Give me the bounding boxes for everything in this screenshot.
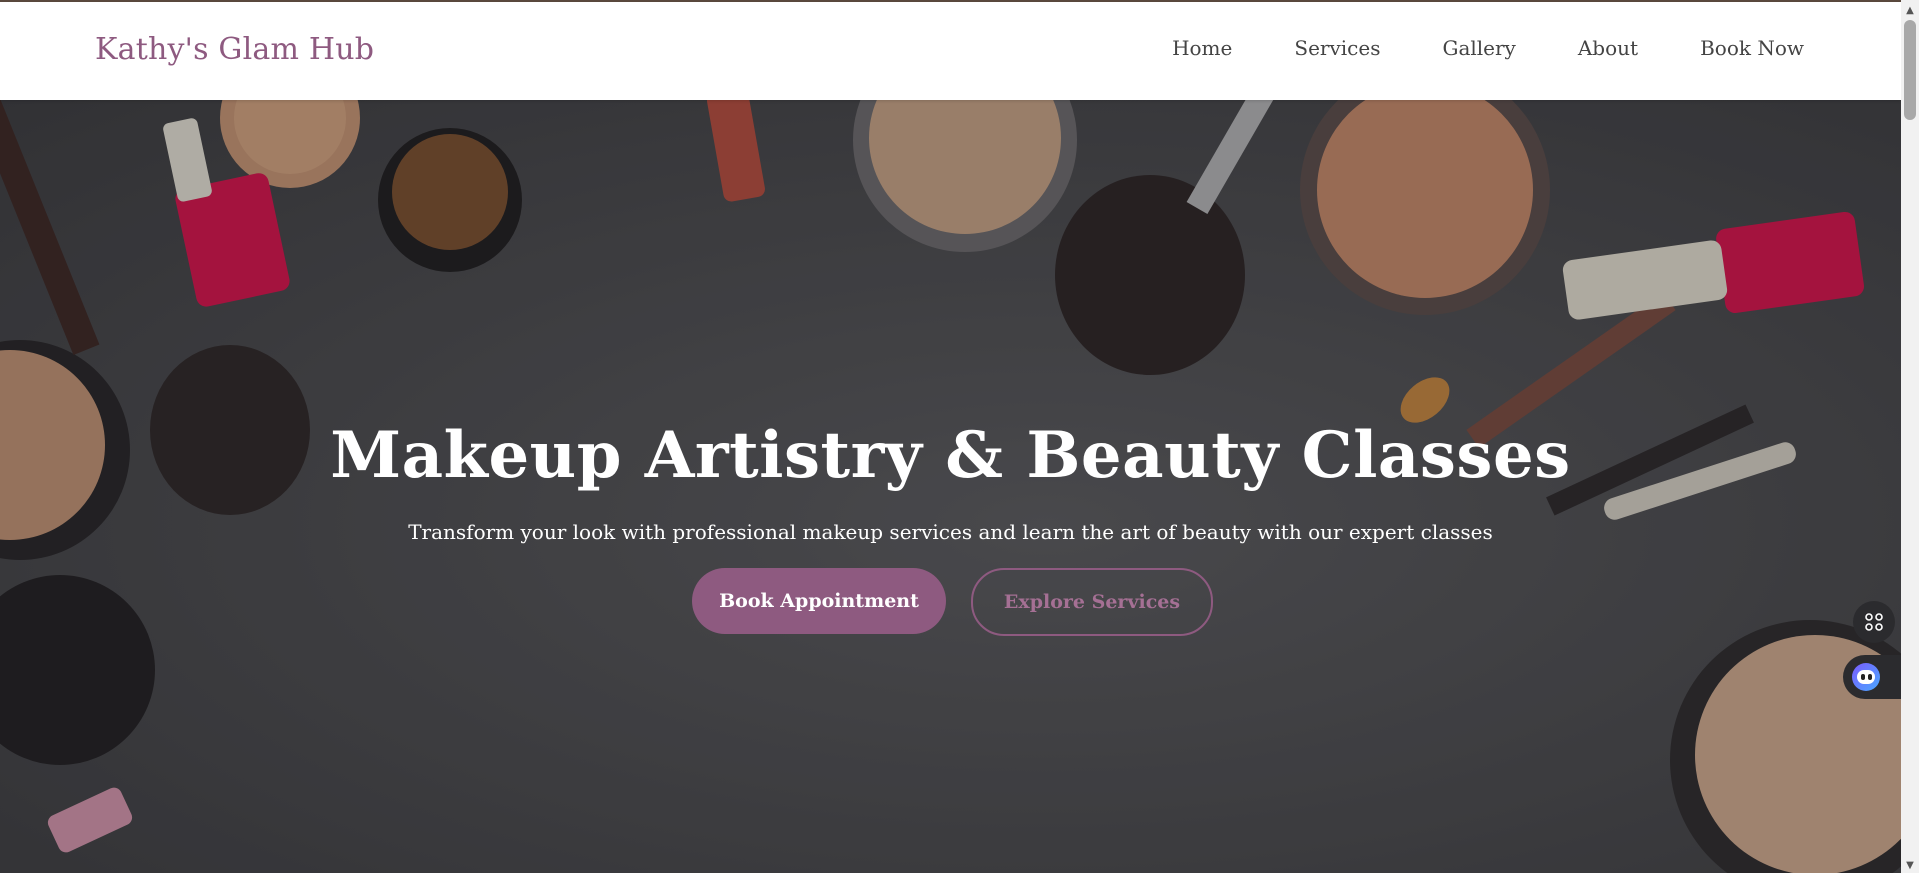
nav-gallery[interactable]: Gallery	[1442, 36, 1515, 60]
command-grid-icon	[1865, 613, 1883, 631]
hero-subtitle: Transform your look with professional ma…	[408, 520, 1493, 544]
nav-about[interactable]: About	[1578, 36, 1638, 60]
scrollbar-thumb[interactable]	[1904, 20, 1916, 120]
site-header: Kathy's Glam Hub Home Services Gallery A…	[0, 2, 1901, 100]
book-appointment-button[interactable]: Book Appointment	[692, 568, 946, 634]
scroll-up-arrow-icon[interactable]: ▲	[1901, 2, 1919, 18]
hero-section: Makeup Artistry & Beauty Classes Transfo…	[0, 100, 1901, 873]
scroll-down-arrow-icon[interactable]: ▼	[1901, 857, 1919, 873]
command-grid-button[interactable]	[1853, 601, 1895, 643]
nav-book-now[interactable]: Book Now	[1700, 36, 1804, 60]
site-logo[interactable]: Kathy's Glam Hub	[95, 32, 374, 67]
hero-title: Makeup Artistry & Beauty Classes	[330, 418, 1571, 493]
explore-services-button[interactable]: Explore Services	[971, 568, 1213, 636]
nav-home[interactable]: Home	[1172, 36, 1232, 60]
vertical-scrollbar[interactable]: ▲ ▼	[1901, 0, 1919, 873]
assistant-button[interactable]	[1843, 655, 1901, 699]
assistant-face-icon	[1852, 663, 1880, 691]
main-nav: Home Services Gallery About Book Now	[1110, 36, 1804, 60]
nav-services[interactable]: Services	[1294, 36, 1380, 60]
